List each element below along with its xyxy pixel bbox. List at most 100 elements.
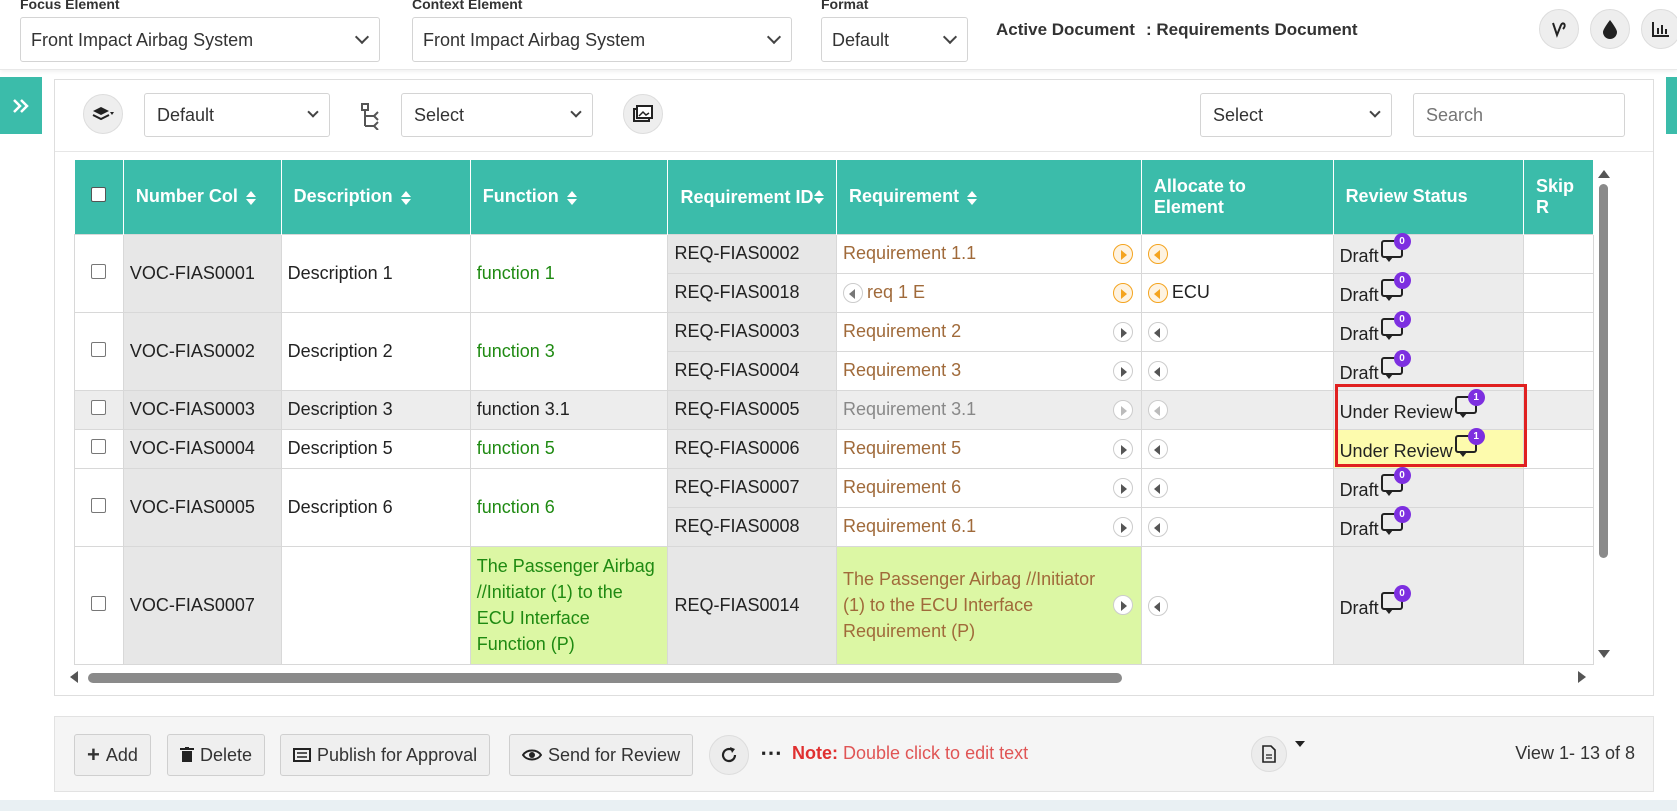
table-row[interactable]: VOC-FIAS0007 The Passenger Airbag //Init… bbox=[74, 545, 1594, 665]
description-cell[interactable]: Description 6 bbox=[280, 467, 471, 547]
navigate-left-icon[interactable] bbox=[1147, 517, 1168, 538]
function-cell[interactable]: function 3.1 bbox=[469, 389, 669, 430]
search-input[interactable] bbox=[1413, 93, 1625, 137]
context-element-select[interactable]: Front Impact Airbag System bbox=[412, 17, 792, 62]
function-cell[interactable]: The Passenger Airbag //Initiator (1) to … bbox=[469, 545, 669, 665]
color-button[interactable] bbox=[1590, 9, 1630, 49]
description-cell[interactable]: Description 3 bbox=[280, 389, 471, 430]
image-button[interactable] bbox=[623, 94, 663, 134]
requirement-cell[interactable]: Requirement 6.1 bbox=[836, 506, 1142, 547]
navigate-right-icon[interactable] bbox=[1112, 399, 1133, 420]
row-checkbox[interactable] bbox=[91, 595, 107, 611]
navigate-left-icon[interactable] bbox=[1147, 244, 1168, 265]
scroll-right-icon[interactable] bbox=[1578, 671, 1586, 683]
format-select[interactable]: Default bbox=[821, 17, 968, 62]
description-cell[interactable]: Description 2 bbox=[280, 311, 471, 391]
select-all-checkbox[interactable] bbox=[91, 187, 107, 203]
focus-element-select[interactable]: Front Impact Airbag System bbox=[20, 17, 380, 62]
navigate-right-icon[interactable] bbox=[1112, 360, 1133, 381]
row-checkbox[interactable] bbox=[91, 341, 107, 357]
publish-for-approval-button[interactable]: Publish for Approval bbox=[280, 734, 491, 776]
add-button[interactable]: + Add bbox=[74, 734, 151, 776]
description-cell[interactable]: Description 1 bbox=[280, 233, 471, 313]
scroll-left-icon[interactable] bbox=[70, 671, 78, 683]
description-cell[interactable] bbox=[280, 545, 471, 665]
function-cell[interactable]: function 6 bbox=[469, 467, 669, 547]
horizontal-scroll-thumb[interactable] bbox=[88, 673, 1122, 683]
column-header[interactable]: Description bbox=[281, 160, 471, 234]
column-header[interactable]: Function bbox=[470, 160, 669, 234]
caret-down-icon[interactable] bbox=[1295, 741, 1305, 747]
row-checkbox[interactable] bbox=[91, 263, 107, 279]
column-header[interactable]: Requirement ID bbox=[667, 160, 838, 234]
signature-button[interactable] bbox=[1539, 9, 1579, 49]
comment-icon[interactable]: 0 bbox=[1380, 233, 1411, 262]
comment-icon[interactable]: 0 bbox=[1380, 467, 1411, 496]
delete-button[interactable]: Delete bbox=[167, 734, 266, 776]
requirement-cell[interactable]: Requirement 2 bbox=[836, 311, 1142, 352]
navigate-left-icon[interactable] bbox=[1147, 322, 1168, 343]
allocate-cell[interactable] bbox=[1140, 233, 1334, 274]
comment-icon[interactable]: 0 bbox=[1380, 311, 1411, 340]
expand-sidebar-button[interactable] bbox=[0, 77, 42, 134]
allocate-cell[interactable] bbox=[1140, 506, 1334, 547]
function-cell[interactable]: function 5 bbox=[469, 428, 669, 469]
layer-select[interactable]: Default bbox=[144, 93, 330, 137]
comment-icon[interactable]: 0 bbox=[1380, 584, 1411, 614]
refresh-button[interactable] bbox=[709, 735, 749, 775]
allocate-cell[interactable] bbox=[1140, 389, 1334, 430]
chart-button[interactable] bbox=[1641, 9, 1677, 49]
navigate-right-icon[interactable] bbox=[1112, 477, 1133, 498]
scroll-up-icon[interactable] bbox=[1598, 170, 1610, 178]
row-checkbox[interactable] bbox=[91, 439, 107, 454]
allocate-cell[interactable]: ECU bbox=[1140, 272, 1334, 313]
table-row[interactable]: VOC-FIAS0001 Description 1 function 1 RE… bbox=[74, 233, 1594, 313]
description-cell[interactable]: Description 5 bbox=[280, 428, 471, 469]
vertical-scrollbar[interactable] bbox=[1597, 170, 1610, 660]
filter-select[interactable]: Select bbox=[1200, 93, 1392, 137]
column-header[interactable]: Requirement bbox=[836, 160, 1142, 234]
row-checkbox[interactable] bbox=[91, 497, 107, 513]
comment-icon[interactable]: 0 bbox=[1380, 272, 1411, 301]
navigate-right-icon[interactable] bbox=[1112, 438, 1133, 459]
navigate-left-icon[interactable] bbox=[1147, 400, 1168, 421]
allocate-cell[interactable] bbox=[1140, 467, 1334, 508]
horizontal-scrollbar[interactable] bbox=[68, 670, 1588, 684]
layers-button[interactable] bbox=[83, 94, 123, 134]
comment-icon[interactable]: 0 bbox=[1380, 506, 1411, 535]
requirement-cell[interactable]: The Passenger Airbag //Initiator (1) to … bbox=[836, 545, 1142, 665]
navigate-right-icon[interactable] bbox=[1112, 243, 1133, 264]
allocate-cell[interactable] bbox=[1140, 428, 1334, 469]
comment-icon[interactable]: 0 bbox=[1380, 350, 1411, 379]
table-row[interactable]: VOC-FIAS0005 Description 6 function 6 RE… bbox=[74, 467, 1594, 547]
send-for-review-button[interactable]: Send for Review bbox=[509, 734, 694, 776]
allocate-cell[interactable] bbox=[1140, 350, 1334, 391]
requirement-cell[interactable]: Requirement 5 bbox=[836, 428, 1142, 469]
requirement-cell[interactable]: Requirement 3.1 bbox=[836, 389, 1142, 430]
vertical-scroll-thumb[interactable] bbox=[1599, 184, 1608, 558]
function-cell[interactable]: function 1 bbox=[469, 233, 669, 313]
navigate-left-icon[interactable] bbox=[843, 283, 864, 304]
navigate-right-icon[interactable] bbox=[1112, 321, 1133, 342]
navigate-left-icon[interactable] bbox=[1147, 478, 1168, 499]
navigate-right-icon[interactable] bbox=[1112, 516, 1133, 537]
hierarchy-select[interactable]: Select bbox=[401, 93, 593, 137]
requirement-cell[interactable]: req 1 E bbox=[836, 272, 1142, 313]
navigate-right-icon[interactable] bbox=[1112, 282, 1133, 303]
requirement-cell[interactable]: Requirement 1.1 bbox=[836, 233, 1142, 274]
allocate-cell[interactable] bbox=[1140, 545, 1334, 665]
scroll-down-icon[interactable] bbox=[1598, 650, 1610, 658]
requirement-cell[interactable]: Requirement 3 bbox=[836, 350, 1142, 391]
row-checkbox[interactable] bbox=[91, 400, 107, 415]
right-sidebar-toggle[interactable] bbox=[1666, 77, 1677, 134]
navigate-left-icon[interactable] bbox=[1147, 283, 1168, 304]
more-options-icon[interactable]: ⋯ bbox=[760, 742, 783, 764]
navigate-right-icon[interactable] bbox=[1112, 595, 1133, 615]
requirement-cell[interactable]: Requirement 6 bbox=[836, 467, 1142, 508]
navigate-left-icon[interactable] bbox=[1147, 361, 1168, 382]
function-cell[interactable]: function 3 bbox=[469, 311, 669, 391]
export-button[interactable] bbox=[1251, 736, 1287, 772]
allocate-cell[interactable] bbox=[1140, 311, 1334, 352]
navigate-left-icon[interactable] bbox=[1147, 595, 1168, 616]
column-header[interactable]: Number Col bbox=[123, 160, 282, 234]
